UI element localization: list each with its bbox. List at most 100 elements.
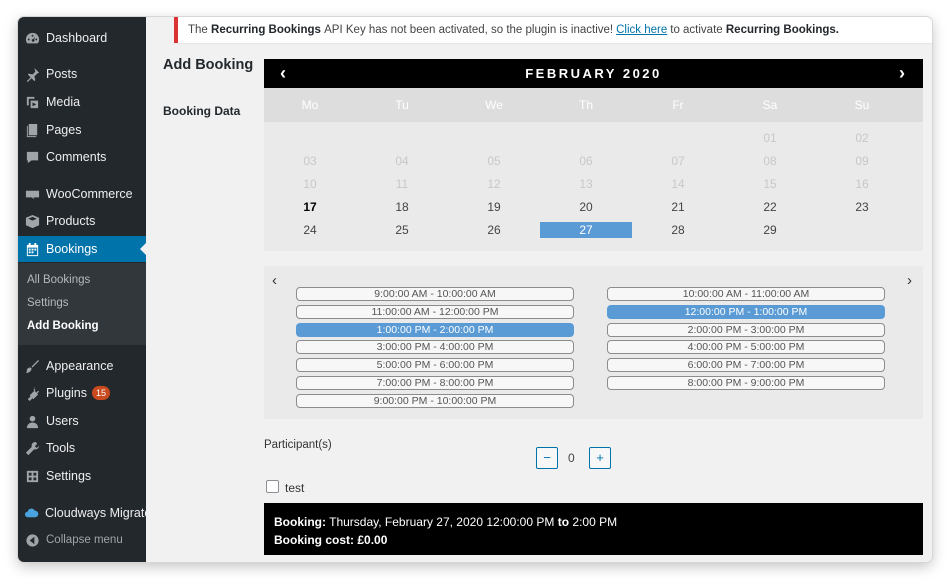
participants-increment-button[interactable]: +: [589, 447, 611, 469]
participants-decrement-button[interactable]: −: [536, 447, 558, 469]
participants-label: Participant(s): [264, 439, 332, 451]
sidebar-item-label: Cloudways Migrate: [45, 506, 152, 520]
calendar-day-19[interactable]: 19: [448, 199, 540, 215]
calendar-day-14: 14: [671, 177, 685, 191]
calendar-day-24[interactable]: 24: [264, 222, 356, 238]
cloud-icon: [24, 505, 39, 521]
time-slot-button[interactable]: 3:00:00 PM - 4:00:00 PM: [296, 340, 574, 355]
sidebar-item-tools[interactable]: Tools: [18, 435, 146, 461]
sidebar-item-appearance[interactable]: Appearance: [18, 353, 146, 379]
booking-date: Thursday, February 27, 2020 12:00:00 PM: [329, 515, 555, 529]
calendar-day-26[interactable]: 26: [448, 222, 540, 238]
booking-to: to: [557, 515, 570, 529]
sidebar-item-label: Media: [46, 95, 81, 109]
bookings-submenu: All Bookings Settings Add Booking: [18, 263, 146, 345]
sidebar-item-label: WooCommerce: [46, 187, 133, 201]
sidebar-item-label: Posts: [46, 67, 78, 81]
calendar-day-10: 10: [303, 177, 317, 191]
calendar-day-27[interactable]: 27: [540, 222, 632, 238]
weekday-su: Su: [854, 98, 870, 112]
sidebar-item-settings[interactable]: Settings: [18, 463, 146, 489]
calendar-day-22[interactable]: 22: [724, 199, 816, 215]
sidebar-item-woocommerce[interactable]: WooCommerce: [18, 181, 146, 207]
collapse-menu-button[interactable]: Collapse menu: [18, 527, 146, 553]
calendar-day-04: 04: [395, 154, 409, 168]
submenu-settings[interactable]: Settings: [27, 297, 69, 309]
calendar-day-18[interactable]: 18: [356, 199, 448, 215]
sidebar-item-label: Appearance: [46, 359, 114, 373]
calendar-day-23[interactable]: 23: [816, 199, 908, 215]
time-slot-button[interactable]: 1:00:00 PM - 2:00:00 PM: [296, 322, 574, 337]
calendar-day-28[interactable]: 28: [632, 222, 724, 238]
sidebar-item-cloudways[interactable]: Cloudways Migrate: [18, 500, 151, 526]
pages-icon: [24, 122, 40, 138]
activate-link[interactable]: Click here: [616, 24, 667, 36]
calendar-day-09: 09: [855, 154, 869, 168]
woocommerce-icon: [24, 186, 40, 202]
sidebar-item-products[interactable]: Products: [18, 208, 146, 234]
time-slot-button[interactable]: 9:00:00 AM - 10:00:00 AM: [296, 287, 574, 301]
booking-cost-label: Booking cost:: [274, 533, 354, 547]
user-icon: [24, 413, 40, 429]
time-slot-button[interactable]: 6:00:00 PM - 7:00:00 PM: [607, 358, 885, 373]
time-slot-button[interactable]: 7:00:00 PM - 8:00:00 PM: [296, 376, 574, 390]
time-slot-button[interactable]: 12:00:00 PM - 1:00:00 PM: [607, 304, 885, 319]
time-slot-button[interactable]: 4:00:00 PM - 5:00:00 PM: [607, 340, 885, 355]
weekday-sa: Sa: [762, 98, 778, 112]
sidebar-item-label: Pages: [46, 123, 82, 137]
time-slot-button[interactable]: 10:00:00 AM - 11:00:00 AM: [607, 287, 885, 301]
slots-prev-button[interactable]: ‹: [272, 272, 277, 289]
sidebar-item-label: Users: [46, 414, 79, 428]
calendar-day-21[interactable]: 21: [632, 199, 724, 215]
notice-plugin-name: Recurring Bookings: [211, 24, 321, 36]
calendar-prev-button[interactable]: ‹: [280, 63, 286, 84]
time-slot-button[interactable]: 2:00:00 PM - 3:00:00 PM: [607, 322, 885, 337]
weekday-fr: Fr: [672, 98, 684, 112]
weekday-th: Th: [578, 98, 593, 112]
time-slot-button[interactable]: 8:00:00 PM - 9:00:00 PM: [607, 376, 885, 390]
collapse-icon: [24, 532, 40, 548]
calendar-day-05: 05: [487, 154, 501, 168]
booking-cost-value: £0.00: [357, 533, 388, 547]
calendar-day-16: 16: [855, 177, 869, 191]
time-slot-button[interactable]: 9:00:00 PM - 10:00:00 PM: [296, 393, 574, 408]
submenu-add-booking[interactable]: Add Booking: [27, 320, 99, 332]
calendar-next-button[interactable]: ›: [899, 63, 905, 84]
wrench-icon: [24, 440, 40, 456]
brush-icon: [24, 358, 40, 374]
box-icon: [24, 213, 40, 229]
test-checkbox[interactable]: [266, 480, 279, 493]
notice-text: The: [188, 24, 208, 36]
plug-icon: [24, 385, 40, 401]
sidebar-item-media[interactable]: Media: [18, 89, 146, 115]
calendar-day-12: 12: [487, 177, 501, 191]
sidebar-item-label: Dashboard: [46, 31, 108, 45]
calendar-day-17[interactable]: 17: [264, 199, 356, 215]
sidebar-item-bookings[interactable]: Bookings: [18, 236, 147, 262]
time-slot-button[interactable]: 11:00:00 AM - 12:00:00 PM: [296, 304, 574, 319]
time-slot-button[interactable]: 5:00:00 PM - 6:00:00 PM: [296, 358, 574, 373]
calendar-header: ‹ FEBRUARY 2020 ›: [264, 59, 923, 88]
main-content: The Recurring Bookings API Key has not b…: [146, 17, 932, 562]
calendar-day-25[interactable]: 25: [356, 222, 448, 238]
sidebar-item-plugins[interactable]: Plugins 15: [18, 380, 146, 406]
calendar-day-08: 08: [763, 154, 777, 168]
sidebar-item-comments[interactable]: Comments: [18, 144, 146, 170]
weekday-mo: Mo: [301, 98, 319, 112]
submenu-all-bookings[interactable]: All Bookings: [27, 274, 90, 286]
sidebar-item-label: Comments: [46, 150, 107, 164]
participants-value: 0: [568, 451, 575, 465]
sidebar-item-users[interactable]: Users: [18, 408, 146, 434]
calendar-day-02: 02: [855, 131, 869, 145]
slots-next-button[interactable]: ›: [907, 272, 912, 289]
sidebar-item-dashboard[interactable]: Dashboard: [18, 25, 146, 51]
sidebar-item-pages[interactable]: Pages: [18, 117, 146, 143]
calendar-day-20[interactable]: 20: [540, 199, 632, 215]
calendar-icon: [24, 241, 40, 257]
sidebar-item-posts[interactable]: Posts: [18, 61, 146, 87]
calendar-day-15: 15: [763, 177, 777, 191]
booking-data-label: Booking Data: [163, 104, 241, 118]
calendar-day-06: 06: [579, 154, 593, 168]
calendar-day-29[interactable]: 29: [724, 222, 816, 238]
sidebar-item-label: Bookings: [46, 242, 98, 256]
